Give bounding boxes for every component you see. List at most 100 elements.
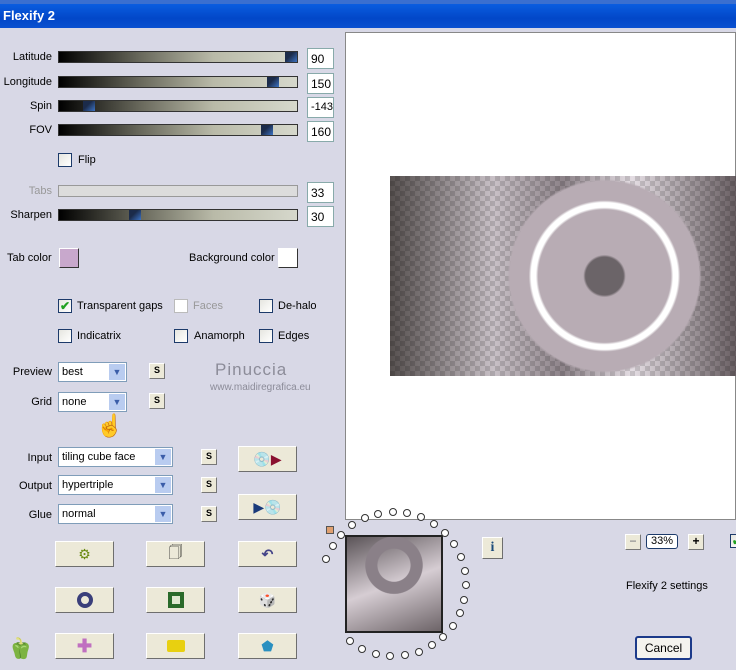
de-halo-checkbox[interactable] [259,299,273,313]
glue-label: Glue [28,509,52,521]
dial-dot[interactable] [429,519,438,528]
sharpen-value[interactable]: 30 [307,206,334,227]
dial-dot[interactable] [388,508,397,516]
longitude-value[interactable]: 150 [307,73,334,94]
grid-s-button[interactable]: S [149,393,165,409]
dial-dot[interactable] [358,644,367,653]
slider-thumb[interactable] [261,125,273,135]
slider-thumb[interactable] [83,101,95,111]
disc-load-icon: 💿▶ [253,450,282,467]
faces-label: Faces [193,300,223,312]
dial-dot[interactable] [416,513,425,522]
settings-label: Flexify 2 settings [626,580,708,592]
tabs-slider [58,185,298,197]
indicatrix-checkbox[interactable] [58,329,72,343]
slider-thumb[interactable] [267,77,279,87]
fov-slider[interactable] [58,124,298,136]
pointing-hand-icon: ☝ [96,413,124,438]
navigator-handle[interactable] [326,526,334,534]
spin-label: Spin [29,100,52,112]
transparent-gaps-label: Transparent gaps [77,300,163,312]
input-select[interactable]: tiling cube face ▼ [58,447,173,467]
tabs-value[interactable]: 33 [307,182,334,203]
dial-dot[interactable] [439,632,448,641]
dial-dot[interactable] [455,609,464,618]
fov-label: FOV [29,124,52,136]
copy-button[interactable]: 🗍 [146,541,205,567]
input-s-button[interactable]: S [201,449,217,465]
cube-net-button[interactable]: ✚ [55,633,114,659]
cancel-button[interactable]: Cancel [635,636,692,660]
dial-dot[interactable] [450,540,459,549]
load-preset-button[interactable]: 💿▶ [238,446,297,472]
chevron-down-icon: ▼ [109,364,125,380]
preview-s-button[interactable]: S [149,363,165,379]
transparent-gaps-checkbox[interactable]: ✔ [58,299,72,313]
preview-image [390,176,736,376]
dial-dot[interactable] [346,637,355,646]
navigator-thumbnail[interactable] [345,535,443,633]
dial-dot[interactable] [440,529,449,538]
anamorph-checkbox[interactable] [174,329,188,343]
flip-checkbox[interactable] [58,153,72,167]
undo-icon: ↶ [261,545,274,562]
dial-dot[interactable] [322,555,331,564]
dial-dot[interactable] [414,647,423,656]
glue-select[interactable]: normal ▼ [58,504,173,524]
preview-select[interactable]: best ▼ [58,362,127,382]
brick-button[interactable] [146,633,205,659]
save-preset-button[interactable]: ▶💿 [238,494,297,520]
longitude-slider[interactable] [58,76,298,88]
fov-value[interactable]: 160 [307,121,334,142]
glue-s-button[interactable]: S [201,506,217,522]
dial-dot[interactable] [448,621,457,630]
grid-select[interactable]: none ▼ [58,392,127,412]
info-button[interactable]: i [482,537,503,559]
lego-brick-icon [166,640,185,652]
random-button[interactable]: 🎲 [238,587,297,613]
dial-dot[interactable] [460,595,469,604]
dial-dot[interactable] [360,514,369,523]
polyhedron-button[interactable]: ⬟ [238,633,297,659]
glue-value: normal [62,508,96,520]
output-s-button[interactable]: S [201,477,217,493]
dial-dot[interactable] [386,651,395,660]
background-color-swatch[interactable] [278,248,298,268]
indicatrix-label: Indicatrix [77,330,122,342]
pages-icon: 🗍 [168,544,183,560]
dial-dot[interactable] [456,553,465,562]
spin-value[interactable]: -143 [307,97,334,118]
zoom-out-button[interactable]: − [625,534,641,550]
latitude-value[interactable]: 90 [307,48,334,69]
dial-dot[interactable] [427,641,436,650]
latitude-slider[interactable] [58,51,298,63]
sharpen-slider[interactable] [58,209,298,221]
frame-button[interactable] [146,587,205,613]
randomize-settings-button[interactable]: ⚙ [55,541,114,567]
edges-checkbox[interactable] [259,329,273,343]
dial-dot[interactable] [461,581,470,590]
spin-slider[interactable] [58,100,298,112]
torus-button[interactable] [55,587,114,613]
output-value: hypertriple [62,479,114,491]
de-halo-label: De-halo [278,300,317,312]
chevron-down-icon: ▼ [155,477,171,493]
slider-thumb[interactable] [129,210,141,220]
slider-thumb[interactable] [285,52,297,62]
chevron-down-icon: ▼ [155,506,171,522]
title-bar: Flexify 2 [0,4,736,28]
auto-preview-checkbox[interactable]: ✔ [730,534,736,548]
undo-button[interactable]: ↶ [238,541,297,567]
dial-dot[interactable] [328,542,337,551]
dial-dot[interactable] [460,566,469,575]
dial-dot[interactable] [400,651,409,660]
tab-color-swatch[interactable] [59,248,79,268]
tab-color-label: Tab color [7,252,52,264]
output-select[interactable]: hypertriple ▼ [58,475,173,495]
check-icon: ✔ [731,535,736,547]
preview-label: Preview [12,366,52,378]
dial-dot[interactable] [371,649,380,658]
input-label: Input [27,452,52,464]
dial-dot[interactable] [348,521,357,530]
zoom-in-button[interactable]: + [688,534,704,550]
